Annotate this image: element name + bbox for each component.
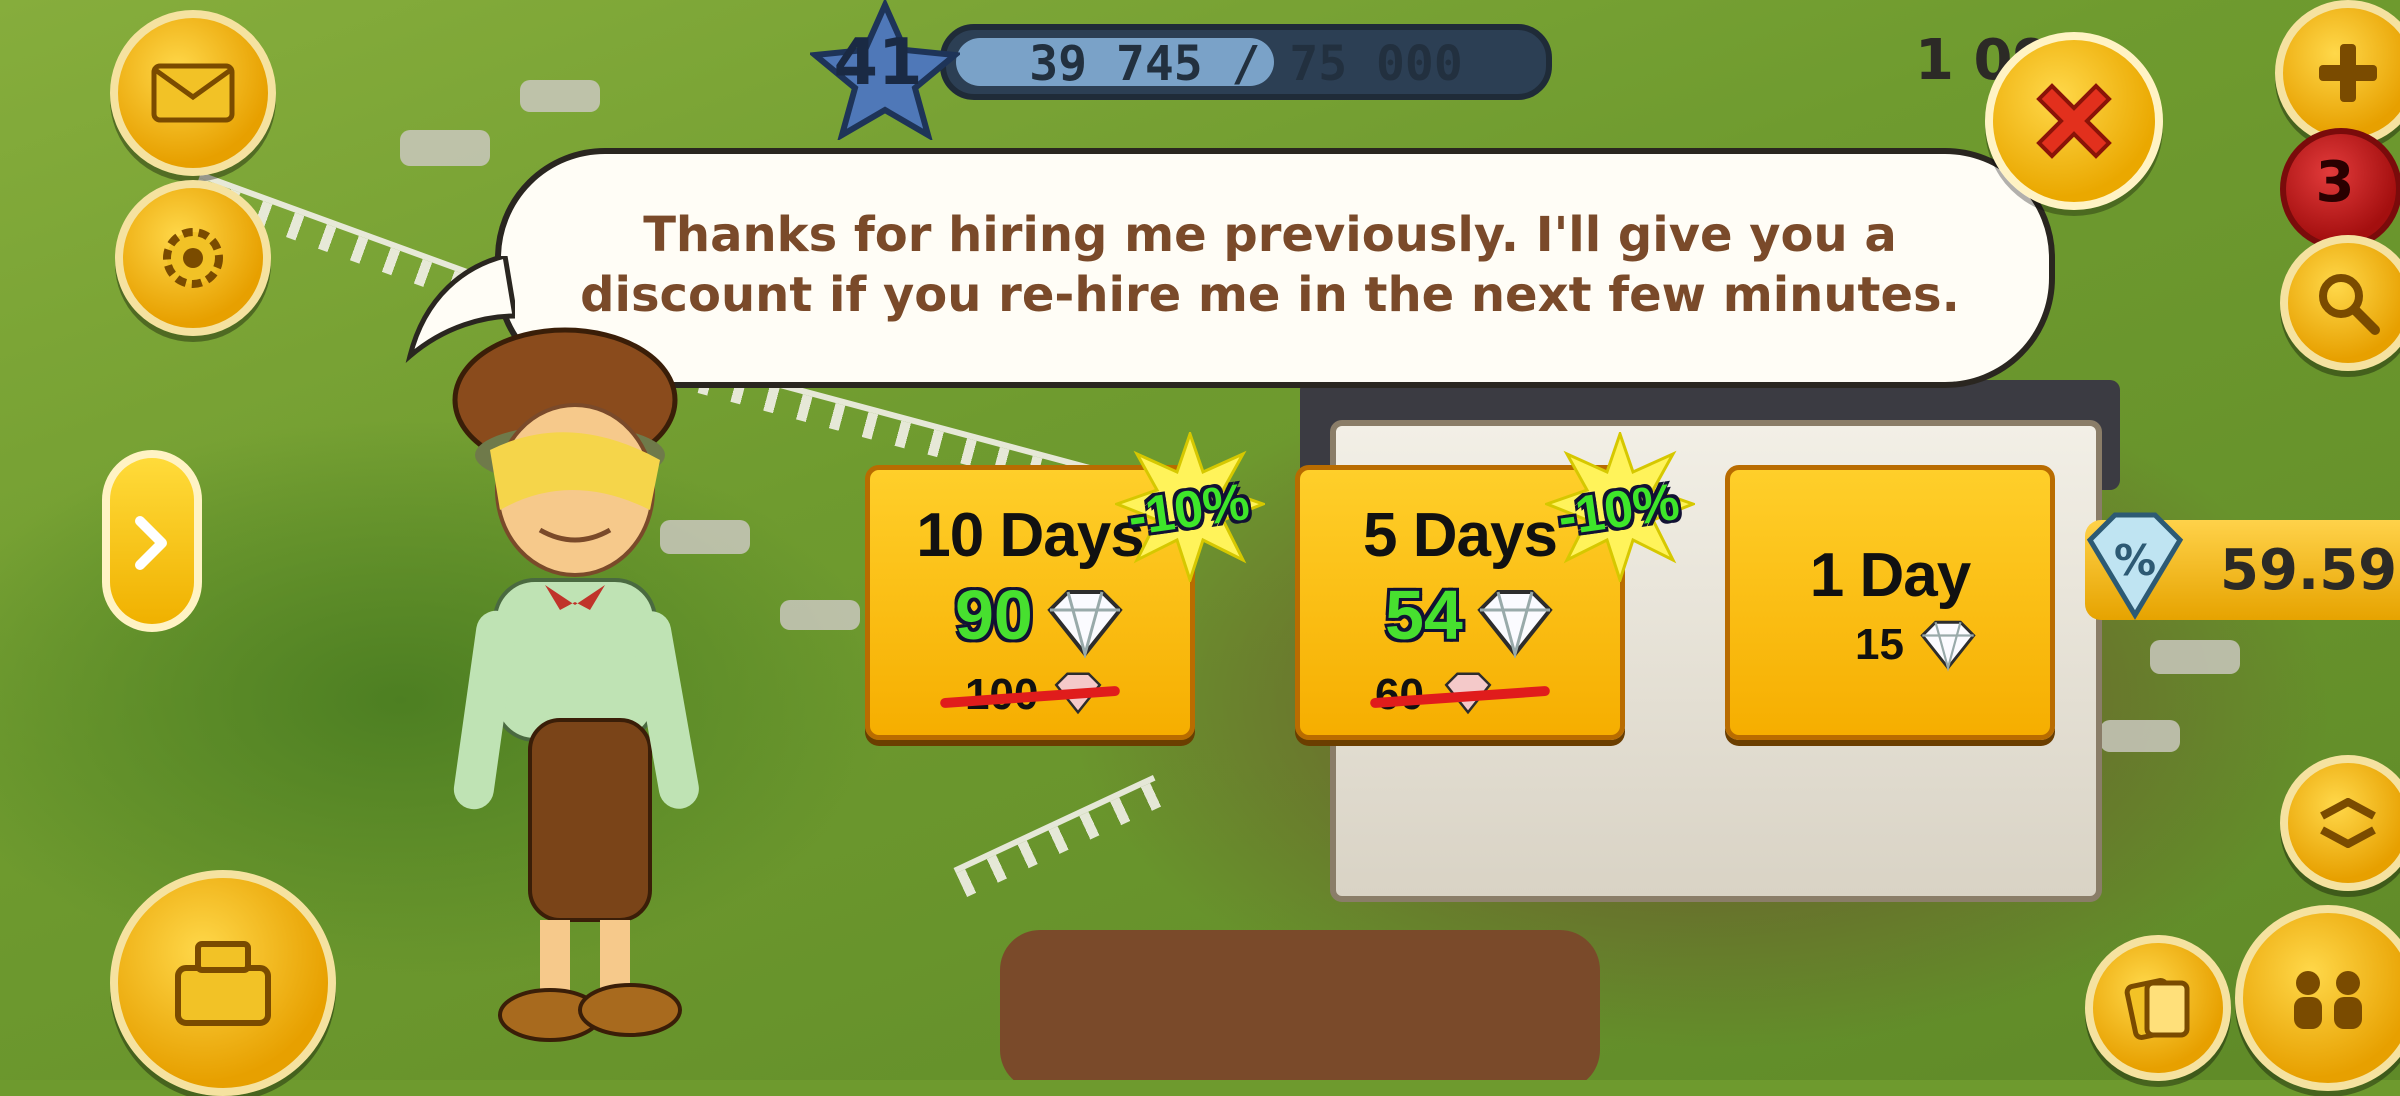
plus-icon (2319, 44, 2377, 102)
experience-text: 39 745 / 75 000 (1029, 36, 1463, 92)
gear-icon (163, 228, 223, 288)
notification-count: 3 (2315, 150, 2355, 215)
svg-text:%: % (2114, 536, 2156, 585)
dialog-message: Thanks for hiring me previously. I'll gi… (540, 205, 2000, 325)
path-stone (520, 80, 600, 112)
offer-title: 1 Day (1809, 541, 1971, 610)
offer-card-1-day[interactable]: 1 Day 15 (1725, 465, 2055, 740)
fence (953, 775, 1167, 897)
cards-button[interactable] (2085, 935, 2231, 1081)
path-stone (2100, 720, 2180, 752)
cards-icon (2124, 978, 2190, 1040)
magnifier-icon (2319, 274, 2380, 335)
roadside-shop-button[interactable] (110, 870, 336, 1096)
offer-price: 15 (1855, 620, 1904, 669)
mail-button[interactable] (110, 10, 276, 176)
diamond-icon (1047, 590, 1123, 658)
diamond-icon (1477, 590, 1553, 658)
experience-bar: 39 745 / 75 000 (940, 24, 1552, 100)
friends-icon (2294, 971, 2362, 1029)
close-button[interactable] (1985, 32, 2163, 210)
close-icon (2036, 83, 2112, 159)
offer-price: 90 (955, 576, 1033, 654)
expand-icon (2320, 798, 2376, 848)
offer-price: 54 (1385, 576, 1463, 654)
cash-register-icon (175, 941, 271, 1026)
next-arrow-button[interactable] (102, 450, 202, 632)
mail-icon (151, 63, 235, 123)
dialog-message-line1: Thanks for hiring me previously. I'll gi… (643, 207, 1897, 263)
discount-value: 59.59 (2220, 538, 2398, 603)
dirt-patch (1000, 930, 1600, 1080)
diamond-icon (1920, 620, 1976, 672)
discount-diamond-icon: % (2086, 512, 2184, 620)
path-stone (400, 130, 490, 166)
path-stone (2150, 640, 2240, 674)
chevron-right-icon (135, 516, 167, 570)
dialog-message-line2: discount if you re-hire me in the next f… (580, 267, 1960, 323)
worker-character (452, 327, 699, 1042)
settings-button[interactable] (115, 180, 271, 336)
level-number: 41 (833, 26, 923, 100)
path-stone (780, 600, 860, 630)
